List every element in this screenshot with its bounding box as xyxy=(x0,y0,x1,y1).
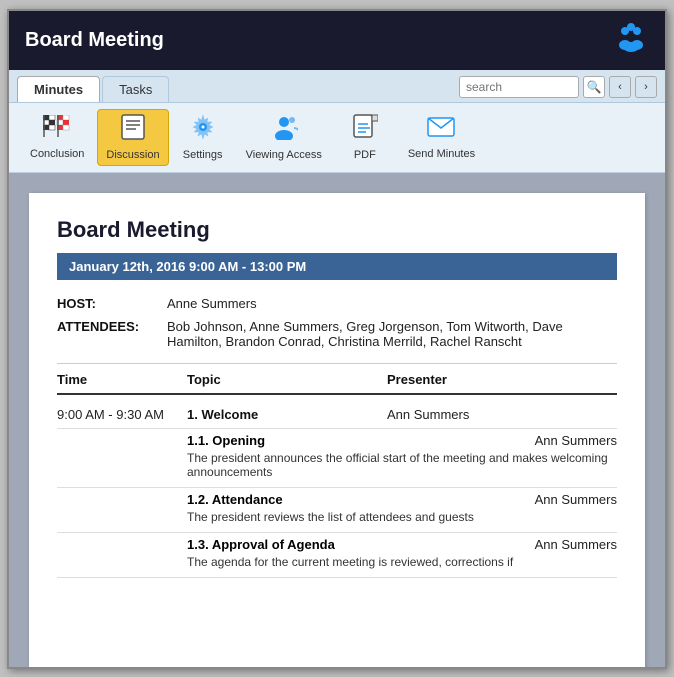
app-icon xyxy=(613,21,649,60)
agenda-topic: 1. Welcome xyxy=(187,407,387,422)
toolbar-discussion[interactable]: Discussion xyxy=(97,109,168,166)
discussion-label: Discussion xyxy=(106,149,159,161)
toolbar-viewing-access[interactable]: Viewing Access xyxy=(237,109,331,166)
host-row: HOST: Anne Summers xyxy=(57,296,617,311)
host-label: HOST: xyxy=(57,296,167,311)
col-topic: Topic xyxy=(187,372,387,387)
sub-presenter: Ann Summers xyxy=(535,492,617,507)
nav-forward-button[interactable]: › xyxy=(635,76,657,98)
attendees-label: ATTENDEES: xyxy=(57,319,167,349)
sub-description: The agenda for the current meeting is re… xyxy=(187,555,617,569)
conclusion-icon xyxy=(43,115,71,146)
sub-description: The president announces the official sta… xyxy=(187,451,617,479)
host-value: Anne Summers xyxy=(167,296,257,311)
search-input[interactable] xyxy=(459,76,579,98)
tab-bar: Minutes Tasks 🔍 ‹ › xyxy=(9,70,665,103)
sub-topic: 1.3. Approval of Agenda xyxy=(187,537,335,552)
title-bar: Board Meeting xyxy=(9,11,665,70)
document: Board Meeting January 12th, 2016 9:00 AM… xyxy=(29,193,645,667)
sub-topic: 1.1. Opening xyxy=(187,433,265,448)
divider xyxy=(57,363,617,364)
pdf-label: PDF xyxy=(354,149,376,161)
conclusion-label: Conclusion xyxy=(30,148,84,160)
list-item: 1.2. Attendance Ann Summers The presiden… xyxy=(57,488,617,533)
list-item: 1.1. Opening Ann Summers The president a… xyxy=(57,429,617,488)
toolbar-conclusion[interactable]: Conclusion xyxy=(21,110,93,165)
document-date-bar: January 12th, 2016 9:00 AM - 13:00 PM xyxy=(57,253,617,280)
document-info-section: HOST: Anne Summers ATTENDEES: Bob Johnso… xyxy=(57,296,617,349)
app-title: Board Meeting xyxy=(25,29,164,52)
tab-minutes[interactable]: Minutes xyxy=(17,76,100,102)
document-wrapper[interactable]: Board Meeting January 12th, 2016 9:00 AM… xyxy=(9,173,665,667)
nav-back-button[interactable]: ‹ xyxy=(609,76,631,98)
agenda-section: 9:00 AM - 9:30 AM 1. Welcome Ann Summers… xyxy=(57,401,617,578)
sub-item-header: 1.3. Approval of Agenda Ann Summers xyxy=(187,537,617,552)
send-minutes-label: Send Minutes xyxy=(408,148,475,160)
toolbar-settings[interactable]: Settings xyxy=(173,109,233,166)
agenda-presenter: Ann Summers xyxy=(387,407,537,422)
tab-tasks[interactable]: Tasks xyxy=(102,76,169,102)
content-area: Board Meeting January 12th, 2016 9:00 AM… xyxy=(9,173,665,667)
table-row: 9:00 AM - 9:30 AM 1. Welcome Ann Summers xyxy=(57,401,617,429)
list-item: 1.3. Approval of Agenda Ann Summers The … xyxy=(57,533,617,578)
sub-presenter: Ann Summers xyxy=(535,433,617,448)
table-header: Time Topic Presenter xyxy=(57,372,617,395)
tab-bar-right: 🔍 ‹ › xyxy=(459,76,657,102)
discussion-icon xyxy=(120,114,146,147)
toolbar-send-minutes[interactable]: Send Minutes xyxy=(399,110,484,165)
sub-presenter: Ann Summers xyxy=(535,537,617,552)
sub-item-header: 1.1. Opening Ann Summers xyxy=(187,433,617,448)
sub-topic: 1.2. Attendance xyxy=(187,492,283,507)
attendees-row: ATTENDEES: Bob Johnson, Anne Summers, Gr… xyxy=(57,319,617,349)
viewing-access-icon xyxy=(270,114,298,147)
col-time: Time xyxy=(57,372,187,387)
document-title: Board Meeting xyxy=(57,217,617,243)
sub-description: The president reviews the list of attend… xyxy=(187,510,617,524)
toolbar: Conclusion Discussion xyxy=(9,103,665,173)
toolbar-pdf[interactable]: PDF xyxy=(335,109,395,166)
attendees-value: Bob Johnson, Anne Summers, Greg Jorgenso… xyxy=(167,319,617,349)
viewing-access-label: Viewing Access xyxy=(246,149,322,161)
send-minutes-icon xyxy=(427,115,455,146)
app-window: Board Meeting Minutes Tasks 🔍 ‹ › xyxy=(7,9,667,669)
search-button[interactable]: 🔍 xyxy=(583,76,605,98)
pdf-icon xyxy=(352,114,378,147)
tabs-container: Minutes Tasks xyxy=(17,76,171,102)
col-presenter: Presenter xyxy=(387,372,537,387)
sub-item-header: 1.2. Attendance Ann Summers xyxy=(187,492,617,507)
settings-icon xyxy=(190,114,216,147)
agenda-time: 9:00 AM - 9:30 AM xyxy=(57,407,187,422)
settings-label: Settings xyxy=(183,149,223,161)
